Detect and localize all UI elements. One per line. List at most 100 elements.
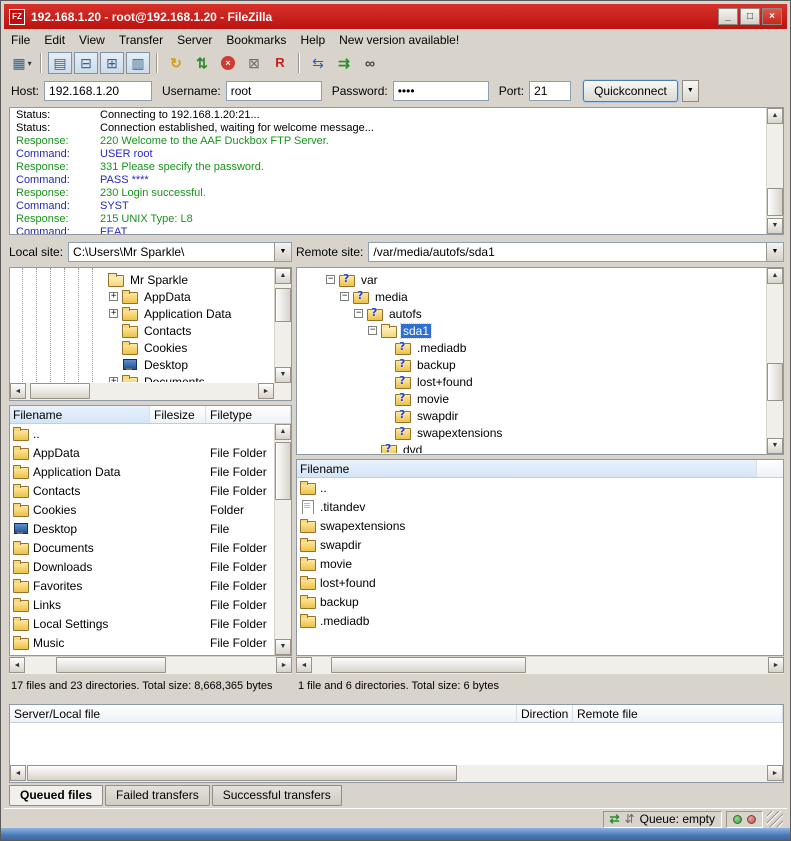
- local-file-row[interactable]: Cookies Folder: [10, 500, 291, 519]
- scrollbar-thumb[interactable]: [275, 442, 291, 500]
- scroll-right-arrow-icon[interactable]: ►: [276, 657, 292, 673]
- menu-file[interactable]: File: [4, 31, 37, 49]
- local-tree-item[interactable]: Application Data: [11, 305, 273, 322]
- scroll-up-arrow-icon[interactable]: ▲: [275, 268, 291, 284]
- local-tree-item[interactable]: AppData: [11, 288, 273, 305]
- scroll-up-arrow-icon[interactable]: ▲: [767, 108, 783, 124]
- local-file-row[interactable]: Music File Folder: [10, 633, 291, 652]
- local-tree-item[interactable]: Desktop: [11, 356, 273, 373]
- scroll-down-arrow-icon[interactable]: ▼: [767, 218, 783, 234]
- local-file-row[interactable]: AppData File Folder: [10, 443, 291, 462]
- scrollbar-thumb[interactable]: [27, 765, 457, 781]
- local-list-horizontal-scrollbar[interactable]: ◄ ►: [9, 657, 292, 674]
- remote-tree-item[interactable]: swapextensions: [298, 424, 765, 441]
- column-header-server-local-file[interactable]: Server/Local file: [10, 705, 517, 722]
- menu-help[interactable]: Help: [293, 31, 332, 49]
- remote-tree-item[interactable]: var: [298, 271, 765, 288]
- remote-tree-item[interactable]: sda1: [298, 322, 765, 339]
- column-header-filename[interactable]: Filename: [297, 460, 757, 477]
- local-tree-item[interactable]: Cookies: [11, 339, 273, 356]
- column-header-direction[interactable]: Direction: [517, 705, 573, 722]
- tab-queued-files[interactable]: Queued files: [9, 785, 103, 806]
- host-input[interactable]: [44, 81, 152, 101]
- local-file-row[interactable]: Local Settings File Folder: [10, 614, 291, 633]
- toggle-message-log-button[interactable]: ▤: [48, 52, 72, 74]
- remote-tree-item[interactable]: lost+found: [298, 373, 765, 390]
- scroll-right-arrow-icon[interactable]: ►: [258, 383, 274, 399]
- scroll-down-arrow-icon[interactable]: ▼: [275, 367, 291, 383]
- menu-server[interactable]: Server: [170, 31, 219, 49]
- remote-tree-item[interactable]: .mediadb: [298, 339, 765, 356]
- remote-tree-item[interactable]: dvd: [298, 441, 765, 453]
- scroll-down-arrow-icon[interactable]: ▼: [767, 438, 783, 454]
- port-input[interactable]: [529, 81, 571, 101]
- column-header-filesize[interactable]: Filesize: [150, 406, 206, 423]
- reconnect-button[interactable]: R: [268, 52, 292, 74]
- toggle-local-tree-button[interactable]: ⊟: [74, 52, 98, 74]
- remote-site-input[interactable]: [368, 242, 784, 262]
- quickconnect-button[interactable]: Quickconnect: [583, 80, 678, 102]
- scrollbar-thumb[interactable]: [275, 288, 291, 322]
- column-header-remote-file[interactable]: Remote file: [573, 705, 783, 722]
- local-tree-vertical-scrollbar[interactable]: ▲ ▼: [274, 268, 291, 383]
- local-list-vertical-scrollbar[interactable]: ▲ ▼: [274, 424, 291, 655]
- transfer-activity-icon[interactable]: ⇵: [625, 813, 635, 825]
- close-button[interactable]: ×: [762, 8, 782, 25]
- find-files-button[interactable]: ∞: [358, 52, 382, 74]
- scroll-right-arrow-icon[interactable]: ►: [768, 657, 784, 673]
- remote-file-row[interactable]: ..: [297, 478, 783, 497]
- password-input[interactable]: [393, 81, 489, 101]
- local-file-row[interactable]: Favorites File Folder: [10, 576, 291, 595]
- local-file-row[interactable]: Downloads File Folder: [10, 557, 291, 576]
- remote-file-row[interactable]: backup: [297, 592, 783, 611]
- scrollbar-thumb[interactable]: [30, 383, 90, 399]
- local-tree-horizontal-scrollbar[interactable]: ◄ ►: [10, 383, 274, 400]
- scroll-right-arrow-icon[interactable]: ►: [767, 765, 783, 781]
- scroll-left-arrow-icon[interactable]: ◄: [9, 657, 25, 673]
- expand-toggle-icon[interactable]: [109, 292, 118, 301]
- local-file-row[interactable]: Documents File Folder: [10, 538, 291, 557]
- remote-site-combo[interactable]: ▼: [368, 242, 784, 262]
- refresh-button[interactable]: ↻: [164, 52, 188, 74]
- remote-file-row[interactable]: lost+found: [297, 573, 783, 592]
- local-file-row[interactable]: Contacts File Folder: [10, 481, 291, 500]
- username-input[interactable]: [226, 81, 322, 101]
- scroll-left-arrow-icon[interactable]: ◄: [10, 383, 26, 399]
- process-queue-button[interactable]: ⇅: [190, 52, 214, 74]
- scroll-left-arrow-icon[interactable]: ◄: [10, 765, 26, 781]
- remote-file-row[interactable]: swapdir: [297, 535, 783, 554]
- menu-edit[interactable]: Edit: [37, 31, 72, 49]
- remote-tree-vertical-scrollbar[interactable]: ▲ ▼: [766, 268, 783, 454]
- menu-view[interactable]: View: [72, 31, 112, 49]
- speed-limit-icon[interactable]: ⇄: [610, 813, 620, 825]
- expand-toggle-icon[interactable]: [354, 309, 363, 318]
- local-site-combo[interactable]: ▼: [68, 242, 292, 262]
- combo-dropdown-icon[interactable]: ▼: [766, 243, 783, 261]
- local-tree-item[interactable]: Mr Sparkle: [11, 271, 273, 288]
- remote-tree-item[interactable]: swapdir: [298, 407, 765, 424]
- toggle-remote-tree-button[interactable]: ⊞: [100, 52, 124, 74]
- local-file-row[interactable]: Links File Folder: [10, 595, 291, 614]
- remote-tree-item[interactable]: backup: [298, 356, 765, 373]
- quickconnect-dropdown-button[interactable]: ▼: [682, 80, 699, 102]
- synchronized-browsing-button[interactable]: ⇉: [332, 52, 356, 74]
- scrollbar-thumb[interactable]: [331, 657, 526, 673]
- remote-tree-item[interactable]: autofs: [298, 305, 765, 322]
- remote-file-row[interactable]: .titandev: [297, 497, 783, 516]
- scrollbar-thumb[interactable]: [56, 657, 166, 673]
- local-file-row[interactable]: Application Data File Folder: [10, 462, 291, 481]
- queue-horizontal-scrollbar[interactable]: ◄ ►: [10, 765, 783, 782]
- column-header-filetype[interactable]: Filetype: [206, 406, 291, 423]
- maximize-button[interactable]: □: [740, 8, 760, 25]
- scroll-left-arrow-icon[interactable]: ◄: [296, 657, 312, 673]
- menu-transfer[interactable]: Transfer: [112, 31, 170, 49]
- log-vertical-scrollbar[interactable]: ▲ ▼: [766, 108, 783, 234]
- expand-toggle-icon[interactable]: [109, 309, 118, 318]
- scroll-up-arrow-icon[interactable]: ▲: [767, 268, 783, 284]
- expand-toggle-icon[interactable]: [109, 377, 118, 382]
- remote-list-horizontal-scrollbar[interactable]: ◄ ►: [296, 657, 784, 674]
- local-file-row[interactable]: Desktop File: [10, 519, 291, 538]
- expand-toggle-icon[interactable]: [368, 326, 377, 335]
- scroll-down-arrow-icon[interactable]: ▼: [275, 639, 291, 655]
- local-tree-item[interactable]: Contacts: [11, 322, 273, 339]
